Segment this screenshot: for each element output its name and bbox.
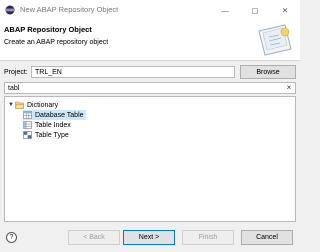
minimize-icon: —	[221, 5, 229, 15]
banner-title: ABAP Repository Object	[4, 25, 92, 34]
maximize-button[interactable]: ▢	[240, 0, 270, 20]
browse-button[interactable]: Browse	[240, 65, 296, 79]
clear-filter-icon[interactable]: ×	[284, 83, 294, 93]
maximize-icon: ▢	[251, 5, 259, 15]
tree-item-label: Database Table	[35, 111, 84, 119]
wizard-banner-graphic	[258, 24, 292, 56]
cancel-button[interactable]: Cancel	[241, 230, 293, 245]
table-type-icon	[23, 131, 32, 139]
project-input[interactable]: TRL_EN	[31, 66, 235, 78]
eclipse-app-icon	[5, 5, 15, 15]
banner-description: Create an ABAP repository object	[4, 39, 109, 46]
minimize-button[interactable]: —	[210, 0, 240, 20]
filter-input[interactable]: tabl	[4, 82, 296, 94]
chevron-down-icon[interactable]: ▼	[8, 102, 14, 108]
dialog-window: New ABAP Repository Object — ▢ ✕ ABAP Re…	[0, 0, 300, 252]
tree-item-label: Table Type	[35, 131, 69, 139]
tree-item-label: Table Index	[35, 121, 71, 129]
object-type-tree: ▼ Dictionary Database Table Table Index	[4, 96, 296, 222]
tree-folder-dictionary[interactable]: ▼ Dictionary	[8, 100, 58, 110]
database-table-icon	[23, 111, 32, 119]
tree-item-table-type[interactable]: Table Type	[23, 130, 69, 140]
tree-item-database-table[interactable]: Database Table	[23, 110, 86, 120]
folder-open-icon	[15, 101, 24, 109]
project-label: Project:	[4, 69, 28, 76]
window-title: New ABAP Repository Object	[20, 5, 119, 14]
close-icon: ✕	[281, 5, 289, 15]
title-bar: New ABAP Repository Object — ▢ ✕	[0, 0, 300, 20]
help-icon[interactable]: ?	[6, 232, 17, 243]
back-button[interactable]: < Back	[68, 230, 120, 245]
close-button[interactable]: ✕	[270, 0, 300, 20]
finish-button[interactable]: Finish	[182, 230, 234, 245]
next-button[interactable]: Next >	[123, 230, 175, 245]
wizard-banner: ABAP Repository Object Create an ABAP re…	[0, 20, 300, 61]
table-index-icon	[23, 121, 32, 129]
tree-folder-label: Dictionary	[27, 101, 59, 109]
tree-item-table-index[interactable]: Table Index	[23, 120, 71, 130]
